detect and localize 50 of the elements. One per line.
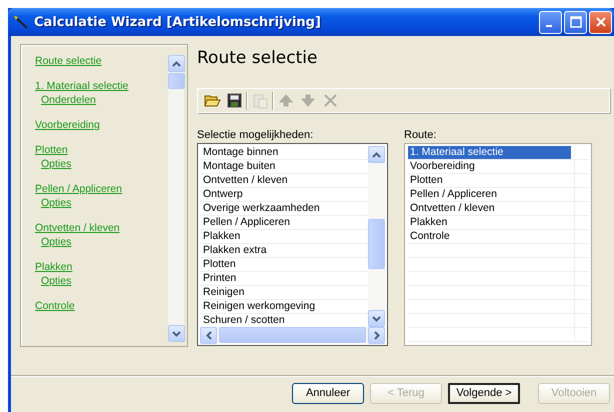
down-chevron-icon [372, 316, 381, 322]
route-item[interactable]: Ontvetten / kleven [408, 202, 497, 215]
list-label: Selectie mogelijkheden: [197, 129, 314, 143]
page-heading: Route selectie [197, 48, 318, 70]
horizontal-scrollbar[interactable] [200, 327, 385, 343]
list-item[interactable]: Plakken [200, 230, 368, 244]
scroll-up-button[interactable] [168, 55, 185, 72]
list-item[interactable]: Reinigen [200, 286, 368, 300]
left-chevron-icon [206, 331, 212, 340]
route-item[interactable]: Controle [408, 230, 452, 243]
close-button[interactable] [589, 10, 612, 34]
down-chevron-icon [172, 330, 181, 336]
list-item[interactable]: Overige werkzaamheden [200, 202, 368, 216]
vertical-scrollbar[interactable] [168, 55, 184, 342]
list-item[interactable]: Plakken extra [200, 244, 368, 258]
maximize-button[interactable] [564, 10, 587, 34]
list-item[interactable]: Montage binnen [200, 146, 368, 160]
scroll-right-button[interactable] [368, 327, 385, 344]
route-item[interactable]: 1. Materiaal selectie [408, 146, 571, 159]
list-item[interactable]: Reinigen werkomgeving [200, 300, 368, 314]
list-label: Route: [404, 129, 438, 143]
wizard-button[interactable]: Annuleer [292, 382, 364, 404]
up-chevron-icon [172, 60, 181, 66]
list-item[interactable]: Plotten [200, 258, 368, 272]
scroll-left-button[interactable] [200, 327, 217, 344]
scroll-thumb[interactable] [219, 327, 366, 343]
scroll-up-button[interactable] [368, 146, 385, 163]
maximize-icon [570, 16, 582, 28]
scroll-down-button[interactable] [368, 310, 385, 327]
list-item[interactable]: Pellen / Appliceren [200, 216, 368, 230]
up-chevron-icon [372, 152, 381, 158]
list-item[interactable]: Ontvetten / kleven [200, 174, 368, 188]
list-item[interactable]: Ontwerp [200, 188, 368, 202]
route-item[interactable]: Pellen / Appliceren [408, 188, 499, 201]
minimize-icon [546, 25, 552, 27]
wand-icon [13, 15, 29, 29]
scroll-down-button[interactable] [168, 325, 185, 342]
route-item[interactable]: Plakken [408, 216, 450, 229]
scroll-thumb[interactable] [168, 73, 185, 89]
minimize-button[interactable] [539, 10, 562, 34]
list-item[interactable]: Printen [200, 272, 368, 286]
right-chevron-icon [374, 331, 380, 340]
list-item[interactable]: Montage buiten [200, 160, 368, 174]
wizard-button[interactable]: Volgende > [448, 382, 520, 404]
close-icon [594, 16, 606, 28]
scroll-thumb[interactable] [368, 219, 385, 269]
window-title: Calculatie Wizard [Artikelomschrijving] [34, 14, 322, 30]
route-item[interactable]: Voorbereiding [408, 160, 477, 173]
vertical-scrollbar[interactable] [368, 146, 385, 327]
route-item[interactable]: Plotten [408, 174, 445, 187]
